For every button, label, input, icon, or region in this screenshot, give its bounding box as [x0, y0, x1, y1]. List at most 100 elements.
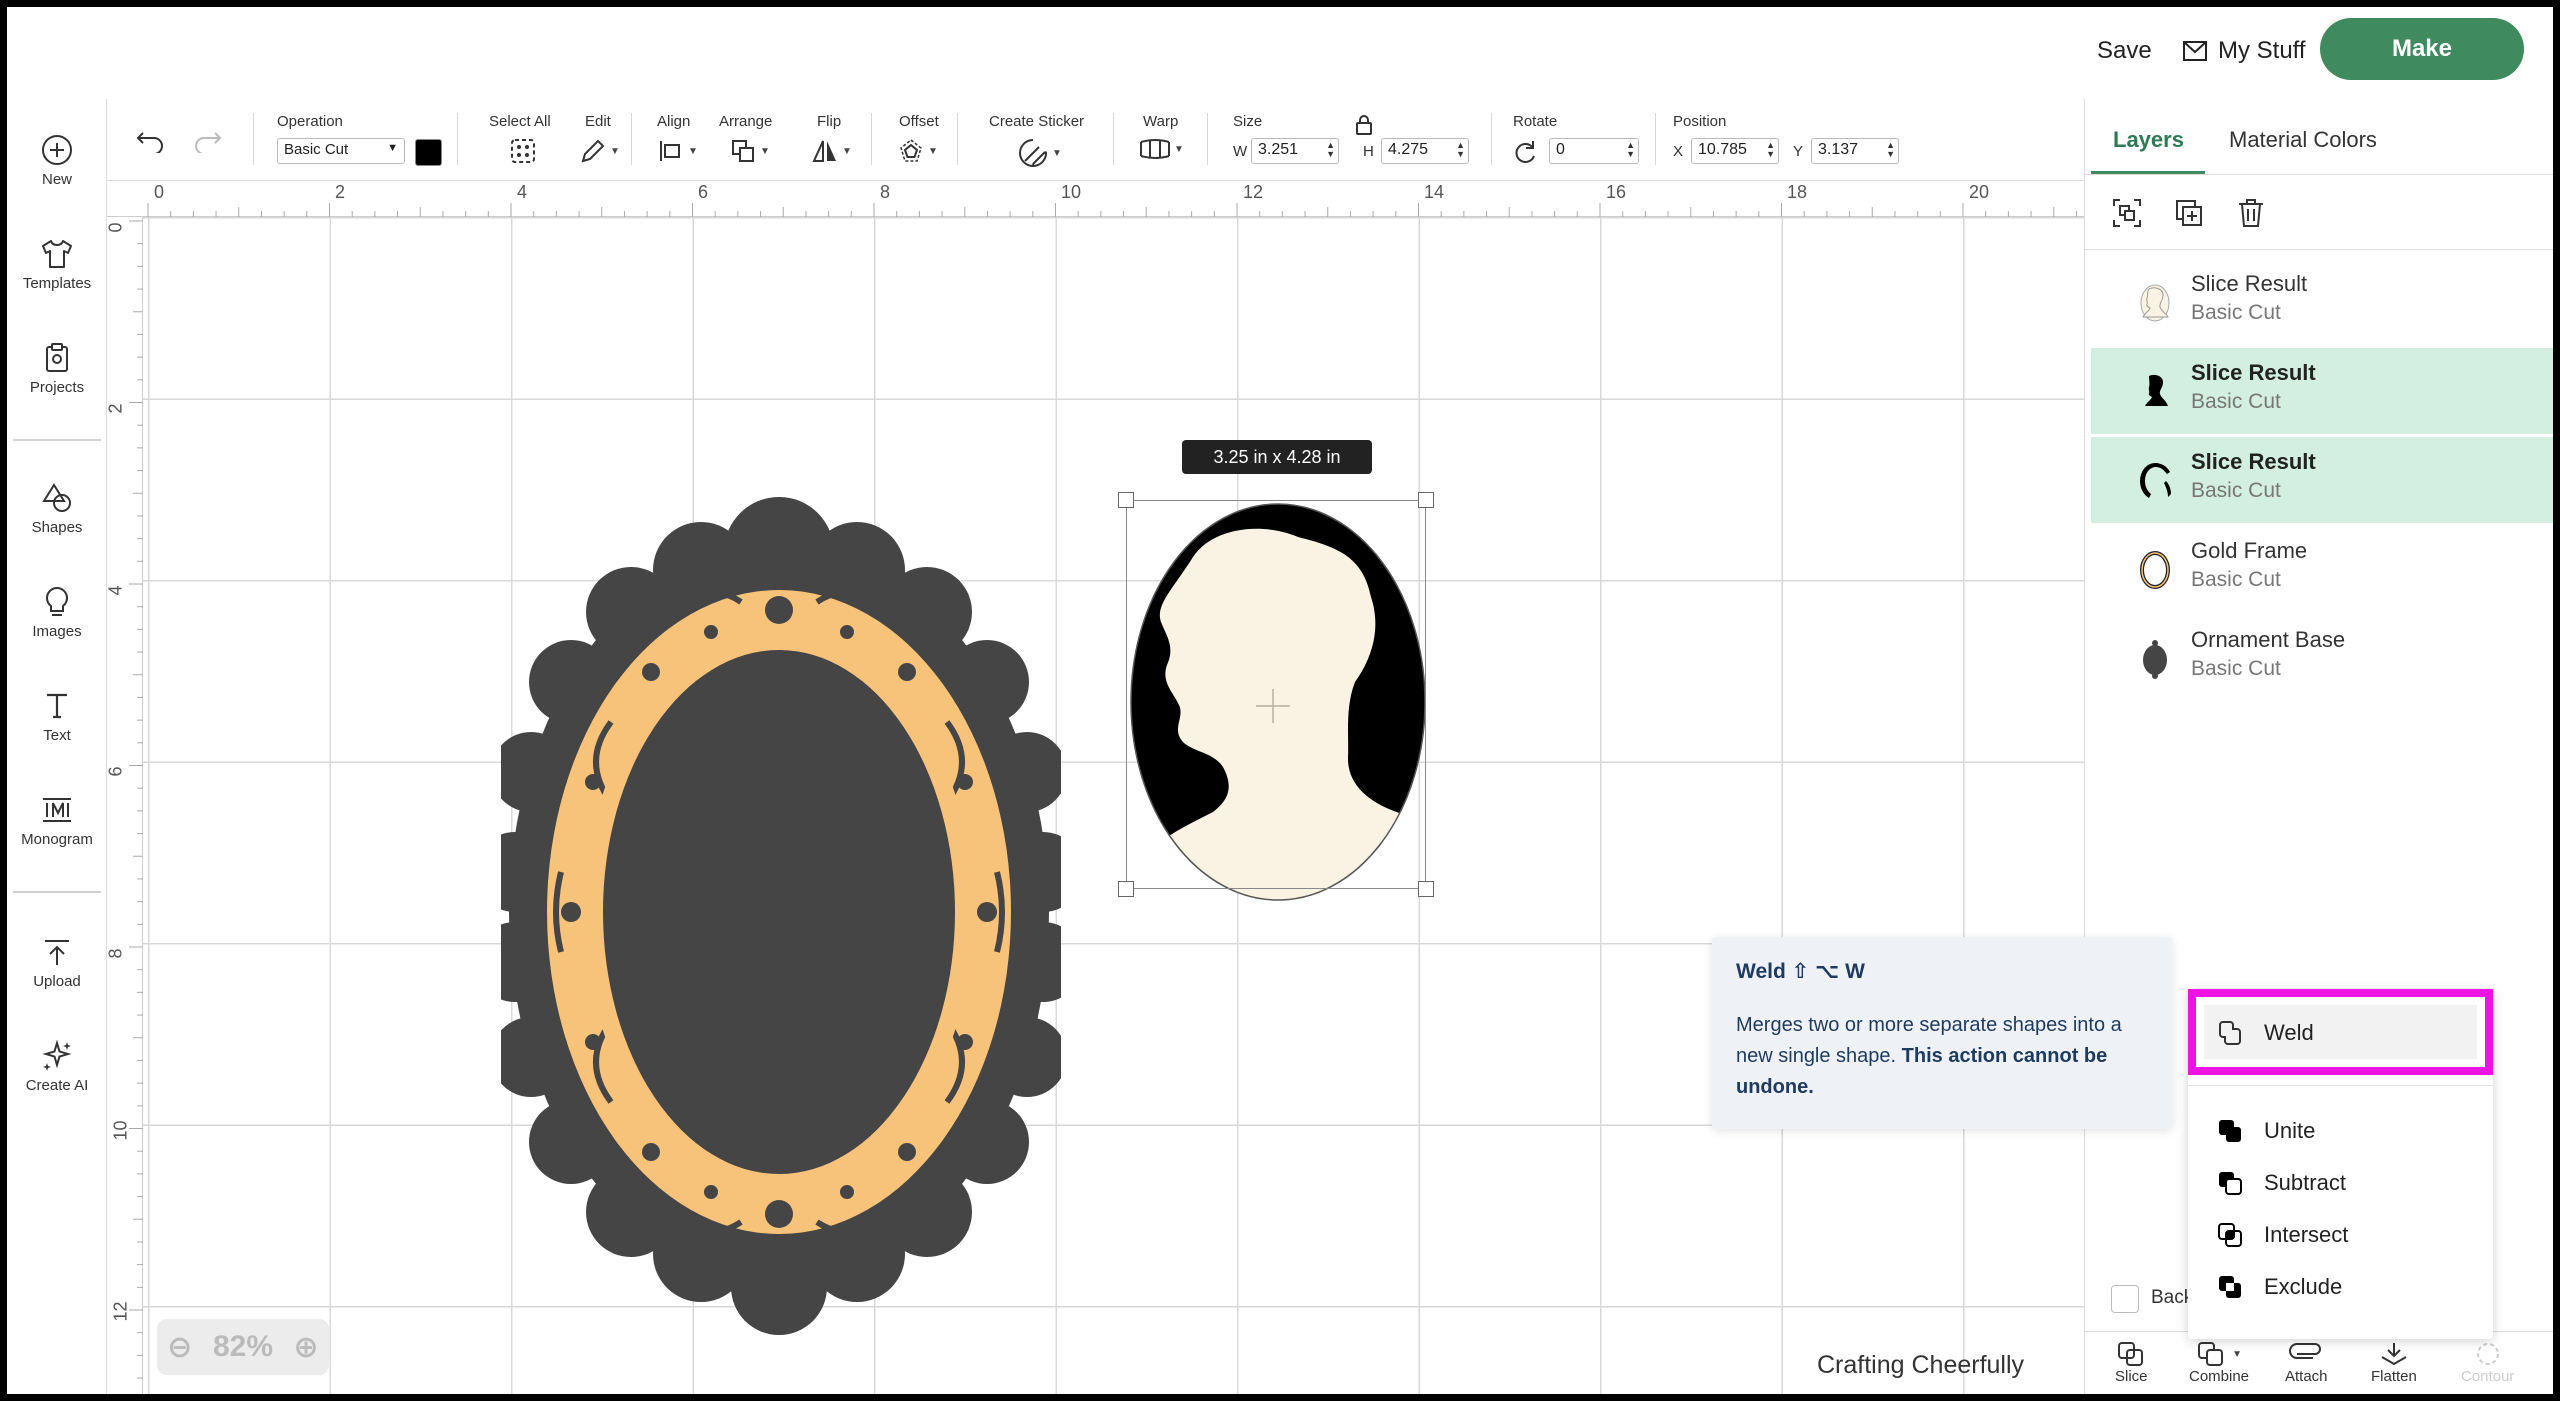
height-input[interactable]: 4.275 ▲ ▼ — [1381, 138, 1469, 164]
duplicate-icon — [2176, 200, 2202, 226]
layer-item[interactable]: Slice Result Basic Cut — [2091, 348, 2553, 434]
flatten-button[interactable]: Flatten — [2371, 1340, 2417, 1385]
layer-item[interactable]: Slice Result Basic Cut — [2091, 259, 2553, 345]
redo-button[interactable] — [191, 127, 223, 153]
operation-select[interactable]: Basic Cut ▼ — [277, 138, 405, 164]
duplicate-button[interactable] — [2173, 197, 2205, 234]
delete-button[interactable] — [2235, 197, 2267, 234]
warp-button[interactable]: ▼ — [1139, 137, 1184, 161]
stepper-arrows-icon[interactable]: ▲ ▼ — [1626, 141, 1635, 159]
make-button[interactable]: Make — [2320, 18, 2524, 80]
layer-item[interactable]: Slice Result Basic Cut — [2091, 437, 2553, 523]
chevron-down-icon: ▼ — [387, 142, 398, 154]
operation-label: Operation — [277, 113, 343, 130]
chevron-down-icon: ▼ — [688, 145, 698, 157]
upload-icon — [45, 940, 69, 965]
select-all-button[interactable] — [509, 137, 537, 165]
layer-item[interactable]: Gold Frame Basic Cut — [2091, 526, 2553, 612]
create-sticker-button[interactable]: ▼ — [1017, 137, 1062, 169]
resize-handle[interactable] — [1118, 881, 1134, 897]
edit-button[interactable]: ▼ — [579, 137, 620, 165]
menu-item-unite[interactable]: Unite — [2216, 1117, 2315, 1145]
group-button[interactable] — [2111, 197, 2143, 234]
blank-canvas-checkbox[interactable] — [2111, 1285, 2139, 1313]
resize-handle[interactable] — [1418, 881, 1434, 897]
lock-icon[interactable] — [1355, 115, 1373, 135]
flip-button[interactable]: ▼ — [811, 137, 852, 165]
align-label: Align — [657, 113, 691, 130]
sidebar-divider — [13, 891, 101, 893]
undo-icon — [136, 132, 163, 153]
chevron-down-icon: ▼ — [610, 145, 620, 157]
attach-button[interactable]: Attach — [2285, 1340, 2328, 1385]
toolbar-divider — [1113, 113, 1114, 165]
sidebar-item-upload[interactable]: Upload — [7, 935, 107, 990]
tab-material-colors[interactable]: Material Colors — [2229, 127, 2377, 153]
stepper-arrows-icon[interactable]: ▲ ▼ — [1326, 141, 1335, 159]
ruler-label: 12 — [1243, 182, 1264, 202]
sidebar-item-images[interactable]: Images — [7, 585, 107, 640]
resize-handle[interactable] — [1418, 492, 1434, 508]
ruler-label: 14 — [1424, 182, 1445, 202]
warp-label: Warp — [1143, 113, 1179, 130]
tab-layers[interactable]: Layers — [2113, 127, 2184, 153]
toolbar-divider — [1491, 113, 1492, 165]
menu-item-exclude[interactable]: Exclude — [2216, 1273, 2342, 1301]
resize-handle[interactable] — [1118, 492, 1134, 508]
menu-item-intersect[interactable]: Intersect — [2216, 1221, 2348, 1249]
slice-button[interactable]: Slice — [2115, 1340, 2148, 1385]
align-button[interactable]: ▼ — [657, 137, 698, 165]
sidebar-item-templates[interactable]: Templates — [7, 237, 107, 292]
sidebar-item-shapes[interactable]: Shapes — [7, 481, 107, 536]
sidebar-item-label: Create AI — [25, 1077, 89, 1094]
combine-button[interactable]: ▼ Combine — [2189, 1340, 2249, 1385]
operation-value: Basic Cut — [284, 141, 349, 158]
x-letter: X — [1673, 143, 1684, 160]
ruler-label: 0 — [105, 222, 126, 233]
toolbar-divider — [253, 113, 254, 165]
sidebar-item-projects[interactable]: Projects — [7, 341, 107, 396]
width-input[interactable]: 3.251 ▲ ▼ — [1251, 138, 1339, 164]
ruler-ticks — [129, 220, 143, 1379]
offset-button[interactable]: ▼ — [897, 137, 938, 165]
operation-color-swatch[interactable] — [415, 139, 442, 166]
select-all-label: Select All — [489, 113, 551, 130]
position-y-input[interactable]: 3.137 ▲ ▼ — [1811, 138, 1899, 164]
layer-item[interactable]: Ornament Base Basic Cut — [2091, 615, 2553, 701]
design-canvas[interactable]: 3.25 in x 4.28 in ⊖ 82% ⊕ Crafting Cheer… — [143, 217, 2084, 1394]
sidebar-item-new[interactable]: New — [7, 133, 107, 188]
zoom-in-icon[interactable]: ⊕ — [294, 1330, 319, 1365]
selection-bounding-box[interactable] — [1126, 500, 1426, 889]
sidebar-item-create-ai[interactable]: Create AI — [7, 1039, 107, 1094]
contour-button[interactable]: Contour — [2461, 1340, 2514, 1385]
stepper-arrows-icon[interactable]: ▲ ▼ — [1886, 141, 1895, 159]
position-x-input[interactable]: 10.785 ▲ ▼ — [1691, 138, 1779, 164]
text-icon — [47, 693, 67, 719]
clipboard-icon — [46, 343, 68, 372]
tooltip-title: Weld ⇧ ⌥ W — [1736, 960, 1865, 983]
sidebar-item-label: Projects — [29, 379, 85, 396]
save-button[interactable]: Save — [2097, 37, 2152, 65]
sidebar-item-text[interactable]: Text — [7, 689, 107, 744]
menu-item-label: Weld — [2264, 1020, 2314, 1045]
sidebar-item-monogram[interactable]: Monogram — [7, 793, 107, 848]
rotate-input[interactable]: 0 ▲ ▼ — [1549, 138, 1639, 164]
arrange-button[interactable]: ▼ — [729, 137, 770, 165]
combine-menu: Weld Unite Subtract Intersect Exclude — [2188, 989, 2493, 1339]
silhouette-thumb-icon — [2140, 284, 2170, 322]
oval-background-thumb-icon — [2140, 463, 2171, 498]
sidebar-item-label: Monogram — [21, 831, 93, 848]
position-y-value: 3.137 — [1818, 141, 1859, 158]
zoom-out-icon[interactable]: ⊖ — [167, 1330, 192, 1365]
chevron-down-icon: ▼ — [1174, 143, 1184, 155]
ornament-design[interactable] — [501, 492, 1061, 1352]
my-stuff-button[interactable]: My Stuff — [2182, 37, 2306, 65]
stepper-arrows-icon[interactable]: ▲ ▼ — [1456, 141, 1465, 159]
stepper-arrows-icon[interactable]: ▲ ▼ — [1766, 141, 1775, 159]
menu-item-weld[interactable]: Weld — [2216, 1019, 2314, 1047]
undo-button[interactable] — [135, 127, 167, 153]
shapes-icon — [42, 483, 71, 512]
align-left-icon — [660, 141, 680, 161]
menu-item-subtract[interactable]: Subtract — [2216, 1169, 2346, 1197]
menu-item-label: Intersect — [2264, 1222, 2349, 1247]
